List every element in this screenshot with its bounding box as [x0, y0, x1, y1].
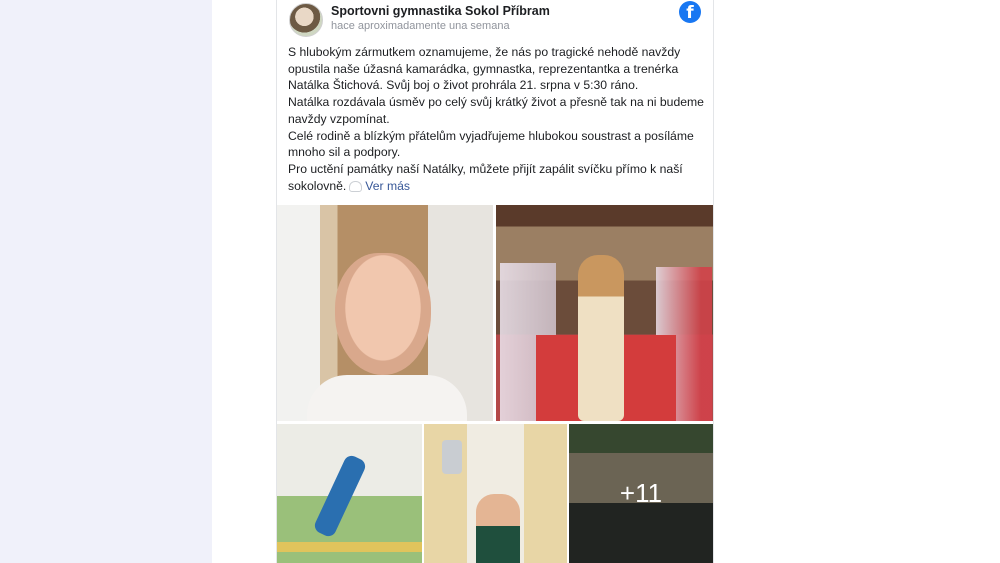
heart-icon [349, 180, 363, 192]
photo-trophy[interactable] [424, 424, 567, 563]
photo-girl-gown [578, 255, 624, 421]
photo-more[interactable]: +11 [569, 424, 713, 563]
photo-girl-leotard [476, 494, 520, 563]
photo-face [335, 253, 431, 375]
page-background-right [788, 0, 1000, 563]
post-text: S hlubokým zármutkem oznamujeme, že nás … [288, 44, 704, 194]
photo-shirt [307, 375, 467, 421]
page-name-link[interactable]: Sportovni gymnastika Sokol Příbram [331, 4, 550, 18]
photo-beam[interactable] [277, 424, 422, 563]
post-paragraph: S hlubokým zármutkem oznamujeme, že nás … [288, 45, 681, 93]
post-timestamp[interactable]: hace aproximadamente una semana [331, 20, 510, 32]
more-photos-count[interactable]: +11 [569, 478, 713, 509]
post-paragraph-text: Pro uctění památky naší Natálky, můžete … [288, 161, 683, 193]
photo-grid: +11 [277, 205, 713, 563]
photo-portrait[interactable] [277, 205, 493, 421]
facebook-post-embed: Sportovni gymnastika Sokol Příbram hace … [276, 0, 714, 563]
post-paragraph: Pro uctění památky naší Natálky, můžete … [288, 161, 704, 194]
post-header: Sportovni gymnastika Sokol Příbram hace … [277, 0, 713, 40]
page-avatar[interactable] [289, 3, 323, 37]
facebook-icon[interactable]: f [679, 1, 701, 23]
post-paragraph: Celé rodině a blízkým přátelům vyjadřuje… [288, 128, 694, 160]
see-more-link[interactable]: Ver más [365, 179, 410, 193]
photo-ball[interactable] [496, 205, 713, 421]
page-background-left [0, 0, 212, 563]
photo-balance-beam [277, 542, 422, 552]
post-paragraph: Natálka rozdávala úsměv po celý svůj krá… [288, 95, 704, 126]
photo-trophy-cup [442, 440, 462, 474]
photo-gymnast [312, 453, 368, 539]
